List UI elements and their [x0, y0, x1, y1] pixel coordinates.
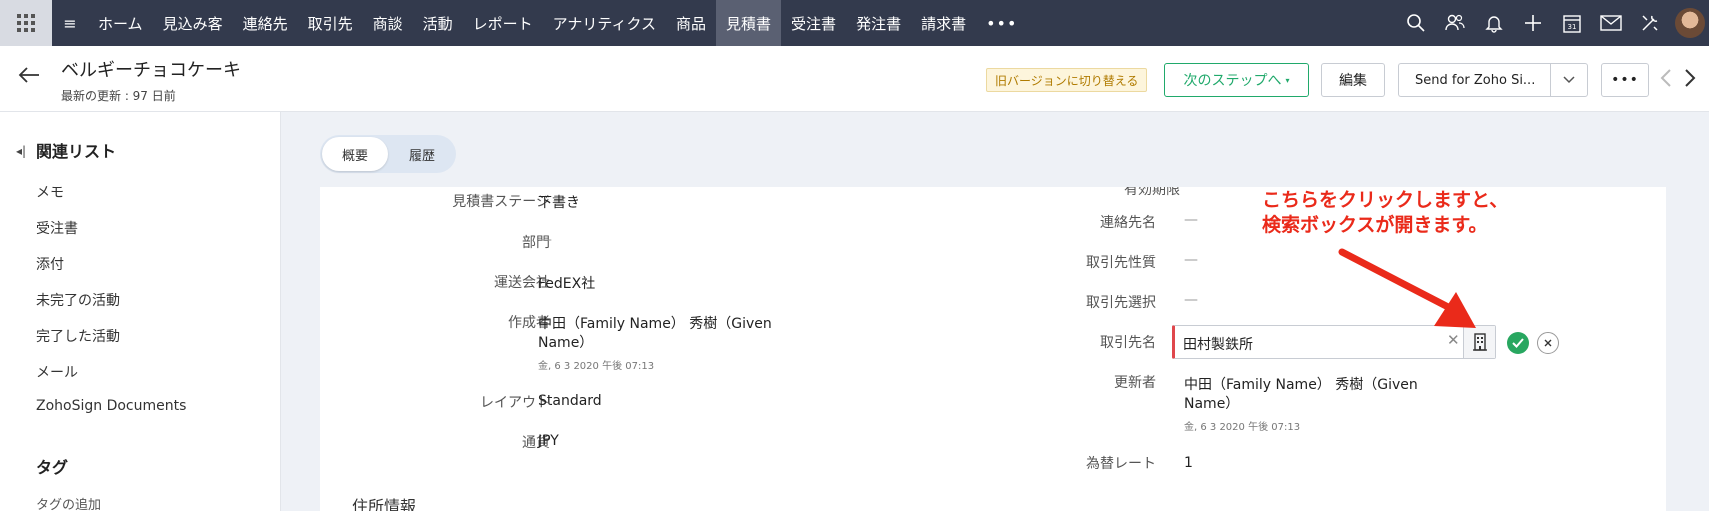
annotation-line-2: 検索ボックスが開きます。: [1262, 214, 1488, 236]
next-step-label: 次のステップへ: [1183, 73, 1282, 89]
page-title: ベルギーチョコケーキ: [61, 60, 241, 81]
field-label-exchange-rate: 為替レート: [1086, 456, 1156, 472]
field-label-account-type: 取引先性質: [1086, 255, 1156, 271]
field-value-created-by-line2: Name）: [538, 335, 594, 351]
nav-leads[interactable]: 見込み客: [153, 0, 233, 46]
related-list-sidebar: ◂| 関連リスト メモ 受注書 添付 未完了の活動 完了した活動 メール Zoh…: [0, 112, 281, 511]
view-tabs: 概要 履歴: [320, 135, 456, 173]
nav-invoices[interactable]: 請求書: [911, 0, 976, 46]
mail-icon[interactable]: [1591, 0, 1630, 46]
created-timestamp: 金, 6 3 2020 午後 07:13: [538, 361, 655, 372]
search-icon[interactable]: [1396, 0, 1435, 46]
avatar[interactable]: [1675, 8, 1705, 38]
field-value-contact-name[interactable]: —: [1184, 212, 1198, 228]
back-arrow-icon[interactable]: [18, 66, 40, 88]
nav-contacts[interactable]: 連絡先: [233, 0, 298, 46]
hamburger-menu-icon[interactable]: ≡: [52, 0, 88, 46]
field-value-modified-by-line2: Name）: [1184, 396, 1240, 412]
tab-summary[interactable]: 概要: [322, 137, 388, 171]
chevron-down-icon[interactable]: [1550, 63, 1588, 97]
add-tag-link[interactable]: タグの追加: [36, 494, 101, 511]
nav-quotes[interactable]: 見積書: [716, 0, 782, 46]
bell-icon[interactable]: [1474, 0, 1513, 46]
nav-products[interactable]: 商品: [666, 0, 716, 46]
annotation-text: こちらをクリックしますと、 検索ボックスが開きます。: [1262, 188, 1508, 238]
nav-deals[interactable]: 商談: [363, 0, 413, 46]
sidebar-item-attachments[interactable]: 添付: [36, 254, 64, 274]
send-for-zoho-sign-button[interactable]: Send for Zoho Si...: [1398, 63, 1550, 97]
previous-record-icon[interactable]: [1660, 68, 1672, 92]
field-value-quote-stage[interactable]: 下書き: [538, 192, 580, 212]
contacts-icon[interactable]: [1435, 0, 1474, 46]
address-section-title: 住所情報: [352, 497, 417, 511]
field-label-carrier: 運送会社: [494, 275, 550, 291]
tag-heading: タグ: [36, 458, 69, 477]
nav-reports[interactable]: レポート: [463, 0, 543, 46]
field-label-contact-name: 連絡先名: [1100, 215, 1156, 231]
nav-activities[interactable]: 活動: [413, 0, 463, 46]
modified-timestamp: 金, 6 3 2020 午後 07:13: [1184, 422, 1301, 433]
edit-button[interactable]: 編集: [1321, 63, 1385, 97]
field-label-layout: レイアウト: [480, 395, 550, 411]
annotation-arrow-icon: [1338, 246, 1488, 340]
nav-more-button[interactable]: •••: [976, 14, 1027, 33]
plus-icon[interactable]: [1513, 0, 1552, 46]
sidebar-item-closed-activities[interactable]: 完了した活動: [36, 326, 120, 346]
calendar-icon[interactable]: 31: [1552, 0, 1591, 46]
field-label-valid-until: 有効期限: [1124, 187, 1180, 198]
field-value-account-select[interactable]: —: [1184, 292, 1198, 308]
last-updated: 最新の更新 : 97 日前: [61, 89, 176, 103]
sidebar-item-zohosign-documents[interactable]: ZohoSign Documents: [36, 398, 186, 414]
cancel-edit-icon[interactable]: [1537, 332, 1559, 354]
caret-down-icon: ▾: [1285, 75, 1290, 85]
account-name-input[interactable]: 田村製鉄所: [1183, 334, 1253, 354]
annotation-line-1: こちらをクリックしますと、: [1262, 189, 1509, 211]
collapse-sidebar-icon[interactable]: ◂|: [16, 144, 26, 158]
more-actions-button[interactable]: •••: [1601, 63, 1649, 97]
switch-old-version-button[interactable]: 旧バージョンに切り替える: [986, 68, 1148, 92]
record-header: ベルギーチョコケーキ 最新の更新 : 97 日前 旧バージョンに切り替える 次の…: [0, 46, 1709, 112]
field-label-modified-by: 更新者: [1114, 375, 1156, 391]
nav-analytics[interactable]: アナリティクス: [543, 0, 666, 46]
field-label-currency: 通貨: [522, 435, 550, 451]
field-value-carrier[interactable]: FedEX社: [538, 273, 595, 293]
sidebar-item-emails[interactable]: メール: [36, 362, 78, 382]
nav-sales-orders[interactable]: 受注書: [781, 0, 846, 46]
field-value-department[interactable]: —: [538, 232, 552, 248]
field-value-layout: Standard: [538, 393, 602, 409]
sidebar-item-notes[interactable]: メモ: [36, 182, 64, 202]
nav-purchase-orders[interactable]: 発注書: [846, 0, 911, 46]
svg-text:31: 31: [1567, 23, 1576, 31]
field-value-modified-by-line1: 中田（Family Name） 秀樹（Given: [1184, 377, 1418, 393]
field-label-account-select: 取引先選択: [1086, 295, 1156, 311]
nav-home[interactable]: ホーム: [88, 0, 153, 46]
field-value-account-type[interactable]: —: [1184, 252, 1198, 268]
field-label-department: 部門: [522, 235, 550, 251]
field-value-created-by-line1: 中田（Family Name） 秀樹（Given: [538, 316, 772, 332]
app-grid-icon[interactable]: [0, 0, 52, 46]
nav-accounts[interactable]: 取引先: [298, 0, 363, 46]
related-list-heading: 関連リスト: [36, 142, 117, 161]
field-value-exchange-rate[interactable]: 1: [1184, 455, 1193, 471]
settings-icon[interactable]: [1630, 0, 1669, 46]
field-label-quote-stage: 見積書ステージ: [452, 194, 550, 210]
field-value-currency: JPY: [538, 433, 559, 449]
next-step-button[interactable]: 次のステップへ ▾: [1164, 63, 1309, 97]
top-navigation: ≡ ホーム 見込み客 連絡先 取引先 商談 活動 レポート アナリティクス 商品…: [0, 0, 1709, 46]
sidebar-item-open-activities[interactable]: 未完了の活動: [36, 290, 120, 310]
sidebar-item-sales-orders[interactable]: 受注書: [36, 218, 78, 238]
tab-history[interactable]: 履歴: [390, 135, 454, 173]
next-record-icon[interactable]: [1684, 68, 1696, 92]
field-label-created-by: 作成者: [508, 315, 550, 331]
field-label-account-name: 取引先名: [1100, 335, 1156, 351]
save-check-icon[interactable]: [1507, 332, 1529, 354]
